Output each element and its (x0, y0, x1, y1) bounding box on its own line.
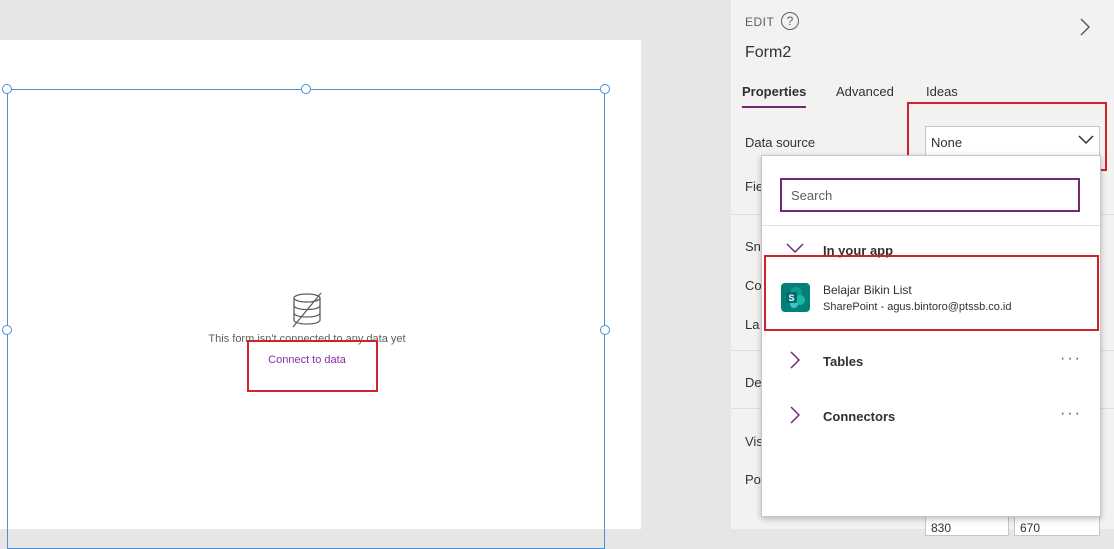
resize-handle-top[interactable] (301, 84, 311, 94)
divider (762, 225, 1100, 226)
default-mode-label-partial: De (745, 375, 762, 390)
active-tab-indicator (742, 106, 806, 108)
position-y-value: 670 (1020, 521, 1041, 535)
edit-mode-label: EDIT (745, 15, 775, 29)
columns-label-partial: Co (745, 278, 762, 293)
chevron-right-icon[interactable] (790, 406, 800, 424)
position-label-partial: Po (745, 472, 761, 487)
more-options-icon[interactable]: ··· (1060, 405, 1082, 423)
tab-advanced[interactable]: Advanced (836, 84, 894, 99)
tab-ideas[interactable]: Ideas (926, 84, 958, 99)
position-x-value: 830 (931, 521, 952, 535)
section-tables[interactable]: Tables (823, 354, 863, 369)
chevron-down-icon[interactable] (786, 243, 804, 253)
position-x-input[interactable]: 830 (925, 516, 1009, 536)
chevron-right-icon[interactable] (790, 351, 800, 369)
resize-handle-left[interactable] (2, 325, 12, 335)
more-options-icon[interactable]: ··· (1060, 350, 1082, 368)
position-y-input[interactable]: 670 (1014, 516, 1100, 536)
snap-label-partial: Sn (745, 239, 761, 254)
chevron-right-icon[interactable] (1079, 17, 1091, 37)
search-input[interactable] (780, 178, 1080, 212)
resize-handle-top-right[interactable] (600, 84, 610, 94)
highlight-box-connect (247, 340, 378, 392)
resize-handle-right[interactable] (600, 325, 610, 335)
tab-properties[interactable]: Properties (742, 84, 806, 99)
section-connectors[interactable]: Connectors (823, 409, 895, 424)
highlight-box-sharepoint-item (764, 255, 1099, 331)
layout-label-partial: La (745, 317, 760, 332)
help-icon[interactable]: ? (781, 12, 799, 30)
control-name[interactable]: Form2 (745, 44, 791, 62)
database-disconnected-icon (292, 292, 322, 328)
data-source-label: Data source (745, 135, 816, 150)
resize-handle-top-left[interactable] (2, 84, 12, 94)
